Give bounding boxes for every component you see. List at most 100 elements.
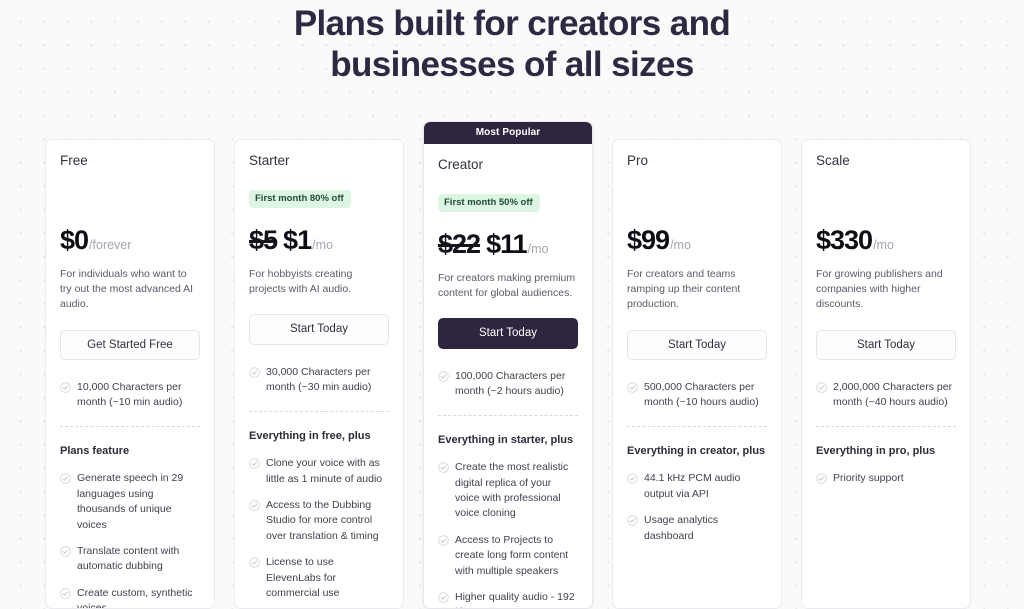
check-circle-icon (438, 462, 449, 473)
plan-name: Free (60, 153, 88, 168)
page-header: Plans built for creators and businesses … (0, 0, 1024, 86)
check-circle-icon (438, 371, 449, 382)
plan-quota-row: 2,000,000 Characters per month (~40 hour… (816, 380, 956, 412)
check-circle-icon (627, 473, 638, 485)
check-circle-icon (438, 592, 449, 603)
check-circle-icon (60, 473, 71, 485)
plan-name: Scale (816, 153, 850, 168)
plan-quota-text: 2,000,000 Characters per month (~40 hour… (833, 381, 953, 409)
price-current: $99 (627, 225, 670, 255)
features-list: Priority support (816, 471, 956, 486)
check-circle-icon (249, 500, 260, 511)
feature-text: License to use ElevenLabs for commercial… (266, 556, 340, 600)
plan-card-pro: Pro $99/mo For creators and teams ramping … (612, 139, 782, 609)
features-title: Everything in starter, plus (438, 433, 574, 446)
check-circle-icon (60, 588, 71, 599)
plan-card-creator: Most Popular Creator First month 50% off $2… (423, 121, 593, 609)
feature-text: Access to the Dubbing Studio for more co… (266, 498, 379, 542)
price-period: /mo (670, 238, 691, 252)
discount-badge: First month 80% off (249, 190, 351, 208)
plan-description: For individuals who want to try out the … (60, 268, 194, 311)
feature-text: Translate content with automatic dubbing (77, 545, 180, 573)
most-popular-banner: Most Popular (424, 122, 592, 144)
plan-quota-text: 500,000 Characters per month (~10 hours … (644, 381, 759, 409)
feature-item: License to use ElevenLabs for commercial… (249, 555, 389, 601)
features-list: 44.1 kHz PCM audio output via API Usage a… (627, 471, 767, 544)
plan-quota-text: 10,000 Characters per month (~10 min aud… (77, 381, 183, 409)
check-circle-icon (627, 382, 638, 393)
page-title-line-2: businesses of all sizes (330, 44, 694, 84)
feature-text: Higher quality audio - 192 kbps (455, 591, 575, 608)
price-current: $11 (486, 229, 528, 259)
plan-description: For growing publishers and companies wit… (816, 268, 943, 311)
price-period: /mo (527, 242, 549, 256)
feature-text: Usage analytics dashboard (644, 514, 719, 542)
check-circle-icon (249, 367, 260, 378)
feature-text: Priority support (833, 472, 904, 485)
check-circle-icon (60, 546, 71, 557)
plan-description: For creators and teams ramping up their … (627, 268, 741, 311)
check-circle-icon (816, 473, 827, 485)
feature-item: Priority support (816, 471, 956, 486)
plan-cta-button[interactable]: Start Today (816, 329, 956, 361)
check-circle-icon (627, 515, 638, 526)
feature-item: Generate speech in 29 languages using th… (60, 471, 200, 533)
price-current: $0 (60, 225, 89, 255)
price-original: $5 (249, 225, 278, 255)
plan-cta-button[interactable]: Start Today (438, 318, 578, 349)
price-current: $1 (283, 225, 312, 255)
feature-text: Clone your voice with as little as 1 min… (266, 457, 383, 485)
pricing-plans-row: Free $0/forever For individuals who want t… (45, 121, 979, 609)
features-list: Create the most realistic digital replic… (438, 460, 578, 608)
card-divider (627, 426, 767, 428)
plan-quota-text: 100,000 Characters per month (~2 hours a… (455, 369, 566, 398)
plan-quota-row: 10,000 Characters per month (~10 min aud… (60, 380, 200, 412)
price-row: $22 $11/mo (438, 229, 578, 273)
plan-cta-button[interactable]: Start Today (249, 314, 389, 345)
price-row: $99/mo (627, 225, 767, 269)
plan-cta-button[interactable]: Start Today (627, 329, 767, 361)
feature-item: Create custom, synthetic voices (60, 586, 200, 609)
feature-text: 44.1 kHz PCM audio output via API (644, 472, 741, 500)
features-list: Clone your voice with as little as 1 min… (249, 456, 389, 601)
card-divider (816, 426, 956, 428)
price-original: $22 (438, 229, 481, 259)
plan-quota-row: 30,000 Characters per month (~30 min aud… (249, 365, 389, 397)
feature-text: Create the most realistic digital replic… (455, 461, 569, 520)
price-period: /mo (312, 238, 333, 252)
price-row: $0/forever (60, 225, 200, 269)
page-title-line-1: Plans built for creators and (293, 4, 731, 43)
feature-text: Generate speech in 29 languages using th… (77, 472, 184, 531)
feature-item: Translate content with automatic dubbing (60, 544, 200, 575)
card-divider (249, 410, 389, 412)
feature-item: Create the most realistic digital replic… (438, 460, 578, 522)
plan-cta-button[interactable]: Get Started Free (60, 329, 200, 361)
plan-quota-row: 500,000 Characters per month (~10 hours … (627, 380, 767, 412)
plan-name: Pro (627, 153, 649, 168)
features-title: Everything in creator, plus (627, 445, 766, 458)
features-title: Everything in free, plus (249, 429, 371, 442)
plan-quota-text: 30,000 Characters per month (~30 min aud… (266, 365, 372, 394)
plan-name: Creator (438, 157, 484, 172)
feature-item: Higher quality audio - 192 kbps (438, 590, 578, 608)
plan-quota-row: 100,000 Characters per month (~2 hours a… (438, 369, 578, 401)
price-row: $5 $1/mo (249, 225, 389, 269)
card-divider (438, 414, 578, 416)
feature-item: Access to Projects to create long form c… (438, 533, 578, 579)
features-title: Everything in pro, plus (816, 445, 936, 458)
price-period: /mo (873, 238, 894, 252)
plan-description: For hobbyists creating projects with AI … (249, 268, 353, 296)
feature-item: Clone your voice with as little as 1 min… (249, 456, 389, 487)
discount-badge: First month 50% off (438, 194, 540, 212)
price-period: /forever (89, 238, 132, 252)
check-circle-icon (249, 557, 260, 568)
feature-item: 44.1 kHz PCM audio output via API (627, 471, 767, 502)
discount-badge-slot (60, 170, 200, 208)
price-row: $330/mo (816, 225, 956, 269)
check-circle-icon (249, 458, 260, 469)
plan-description: For creators making premium content for … (438, 272, 576, 300)
feature-text: Create custom, synthetic voices (77, 586, 193, 609)
discount-badge-slot: First month 50% off (438, 174, 578, 212)
features-list: Generate speech in 29 languages using th… (60, 471, 200, 609)
features-title: Plans feature (60, 445, 130, 458)
